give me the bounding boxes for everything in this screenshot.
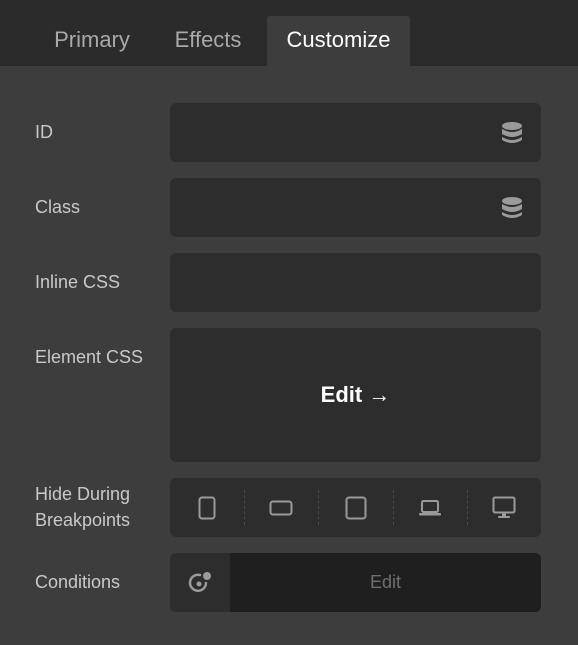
breakpoint-toggle-group (170, 478, 541, 537)
database-icon[interactable] (501, 121, 523, 145)
inline-css-input[interactable] (170, 253, 541, 312)
conditions-toggle-button[interactable] (170, 553, 230, 612)
tab-primary[interactable]: Primary (37, 16, 147, 66)
conditions-edit-label: Edit (369, 572, 402, 592)
hide-breakpoints-label-line1: Hide During (35, 484, 131, 504)
breakpoint-tablet-button[interactable] (318, 478, 392, 537)
id-label: ID (35, 122, 53, 142)
database-icon[interactable] (501, 196, 523, 220)
inline-css-field[interactable] (170, 253, 541, 312)
laptop-icon (418, 499, 441, 515)
breakpoint-desktop-button[interactable] (466, 478, 541, 537)
phone-landscape-icon (269, 500, 293, 515)
class-label: Class (35, 197, 81, 217)
id-input[interactable] (170, 103, 490, 162)
conditions-label: Conditions (35, 572, 121, 592)
inline-css-label: Inline CSS (35, 272, 121, 292)
class-input[interactable] (170, 178, 490, 237)
hide-breakpoints-label: Hide During Breakpoints (35, 481, 130, 533)
id-field[interactable] (170, 103, 541, 162)
element-css-edit-label: Edit → (320, 382, 391, 407)
phone-portrait-icon (198, 496, 216, 519)
element-css-edit-button[interactable]: Edit → (170, 328, 541, 462)
tab-bar: Primary Effects Customize (0, 0, 578, 66)
conditions-icon (188, 571, 211, 592)
tablet-icon (345, 496, 366, 519)
breakpoint-laptop-button[interactable] (392, 478, 467, 537)
conditions-edit-button[interactable]: Edit (230, 553, 541, 612)
breakpoint-phone-portrait-button[interactable] (170, 478, 244, 537)
tab-customize[interactable]: Customize (267, 16, 410, 66)
element-css-label: Element CSS (35, 347, 144, 367)
desktop-icon (492, 496, 516, 518)
class-field[interactable] (170, 178, 541, 237)
tab-effects[interactable]: Effects (154, 16, 262, 66)
breakpoint-phone-landscape-button[interactable] (244, 478, 318, 537)
hide-breakpoints-label-line2: Breakpoints (35, 510, 131, 530)
conditions-field: Edit (170, 553, 541, 612)
